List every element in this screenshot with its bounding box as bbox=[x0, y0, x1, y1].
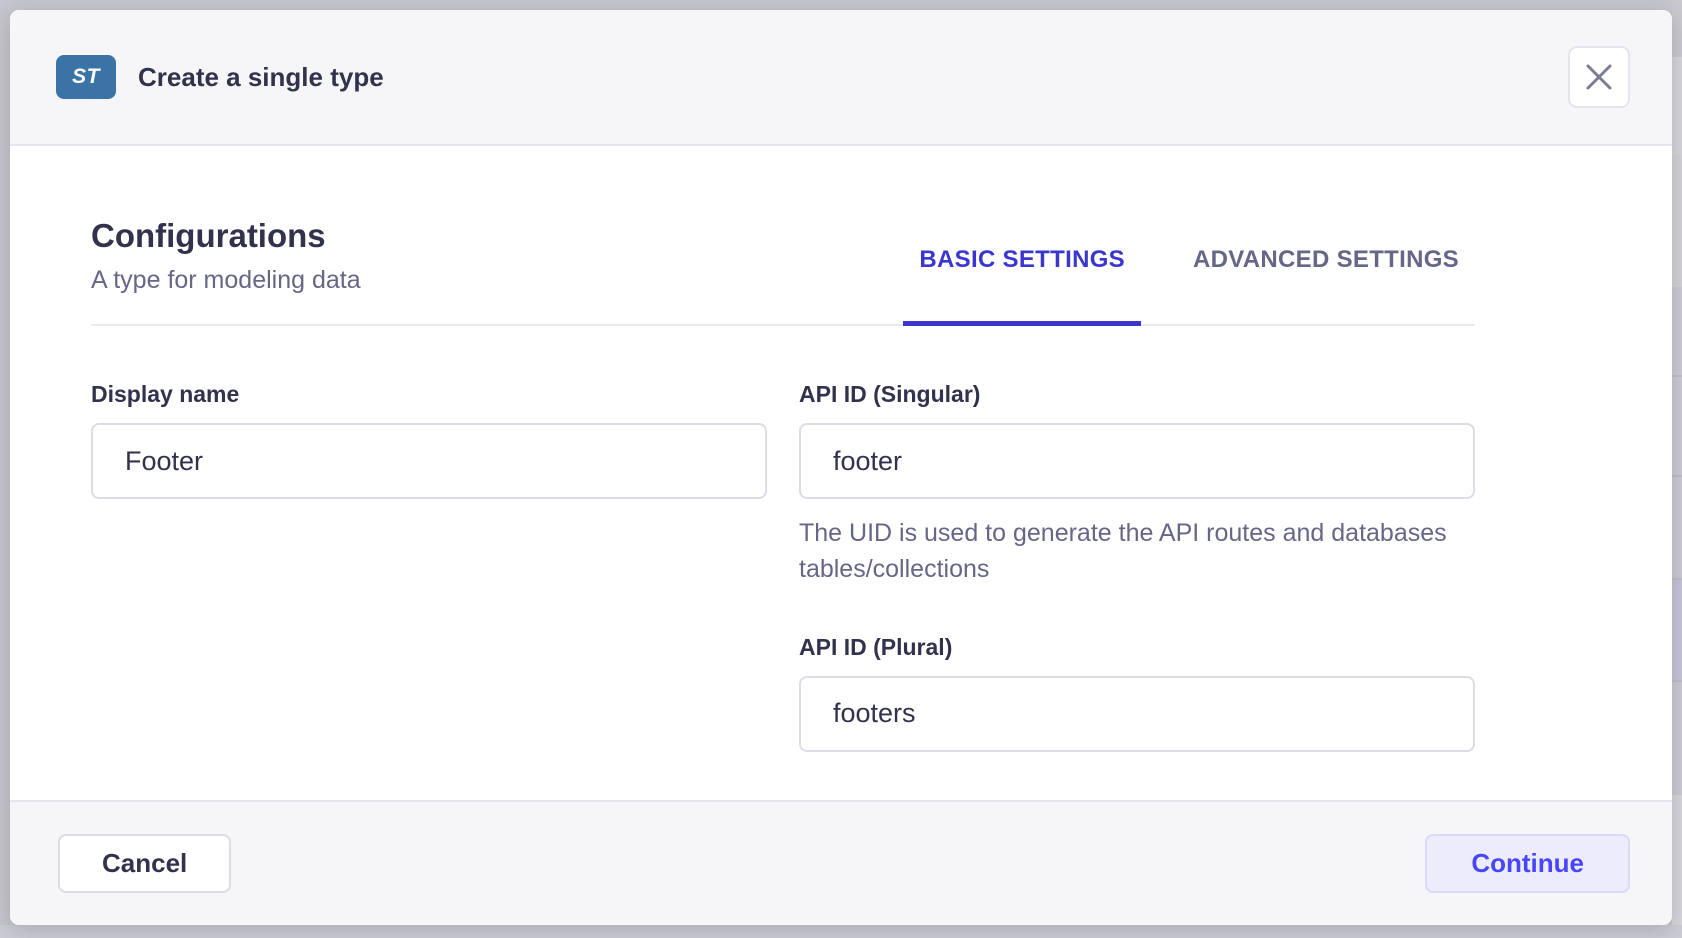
background-band bbox=[1672, 57, 1682, 155]
background-row-divider bbox=[1672, 375, 1682, 377]
settings-tabs: BASIC SETTINGS ADVANCED SETTINGS bbox=[903, 246, 1475, 324]
close-button[interactable] bbox=[1568, 46, 1630, 108]
modal-title: Create a single type bbox=[138, 62, 384, 93]
section-subtitle: A type for modeling data bbox=[91, 264, 361, 296]
background-row-divider bbox=[1672, 578, 1682, 580]
api-id-plural-input[interactable] bbox=[799, 676, 1475, 752]
single-type-badge: ST bbox=[56, 55, 116, 99]
api-id-singular-label: API ID (Singular) bbox=[799, 381, 1475, 408]
api-id-singular-input[interactable] bbox=[799, 423, 1475, 499]
modal-header-left: ST Create a single type bbox=[56, 55, 384, 99]
close-icon bbox=[1586, 64, 1612, 90]
modal-body: Configurations A type for modeling data … bbox=[10, 146, 1672, 800]
api-id-plural-label: API ID (Plural) bbox=[799, 634, 1475, 661]
section-head: Configurations A type for modeling data … bbox=[91, 216, 1475, 326]
tab-advanced-settings[interactable]: ADVANCED SETTINGS bbox=[1177, 246, 1475, 324]
background-row-divider bbox=[1672, 475, 1682, 477]
modal-header: ST Create a single type bbox=[10, 10, 1672, 146]
tab-basic-settings[interactable]: BASIC SETTINGS bbox=[903, 246, 1141, 324]
api-id-plural-field: API ID (Plural) bbox=[799, 634, 1475, 752]
modal-footer: Cancel Continue bbox=[10, 800, 1672, 925]
display-name-field: Display name bbox=[91, 381, 767, 588]
create-single-type-modal: ST Create a single type Configurations A… bbox=[10, 10, 1672, 925]
background-band bbox=[1672, 0, 1682, 57]
section-title: Configurations bbox=[91, 216, 361, 256]
display-name-label: Display name bbox=[91, 381, 767, 408]
background-band bbox=[1672, 578, 1682, 680]
background-band bbox=[1672, 155, 1682, 287]
background-band bbox=[1672, 795, 1682, 925]
api-id-singular-field: API ID (Singular) The UID is used to gen… bbox=[799, 381, 1475, 588]
cancel-button[interactable]: Cancel bbox=[58, 834, 231, 893]
display-name-input[interactable] bbox=[91, 423, 767, 499]
api-id-singular-hint: The UID is used to generate the API rout… bbox=[799, 515, 1449, 588]
section-titles: Configurations A type for modeling data bbox=[91, 216, 361, 324]
configuration-form: Display name API ID (Singular) The UID i… bbox=[91, 381, 1475, 752]
dimmed-background-strip bbox=[0, 925, 1682, 938]
continue-button[interactable]: Continue bbox=[1425, 834, 1630, 893]
background-row-divider bbox=[1672, 680, 1682, 682]
dimmed-background-strip bbox=[1672, 0, 1682, 938]
